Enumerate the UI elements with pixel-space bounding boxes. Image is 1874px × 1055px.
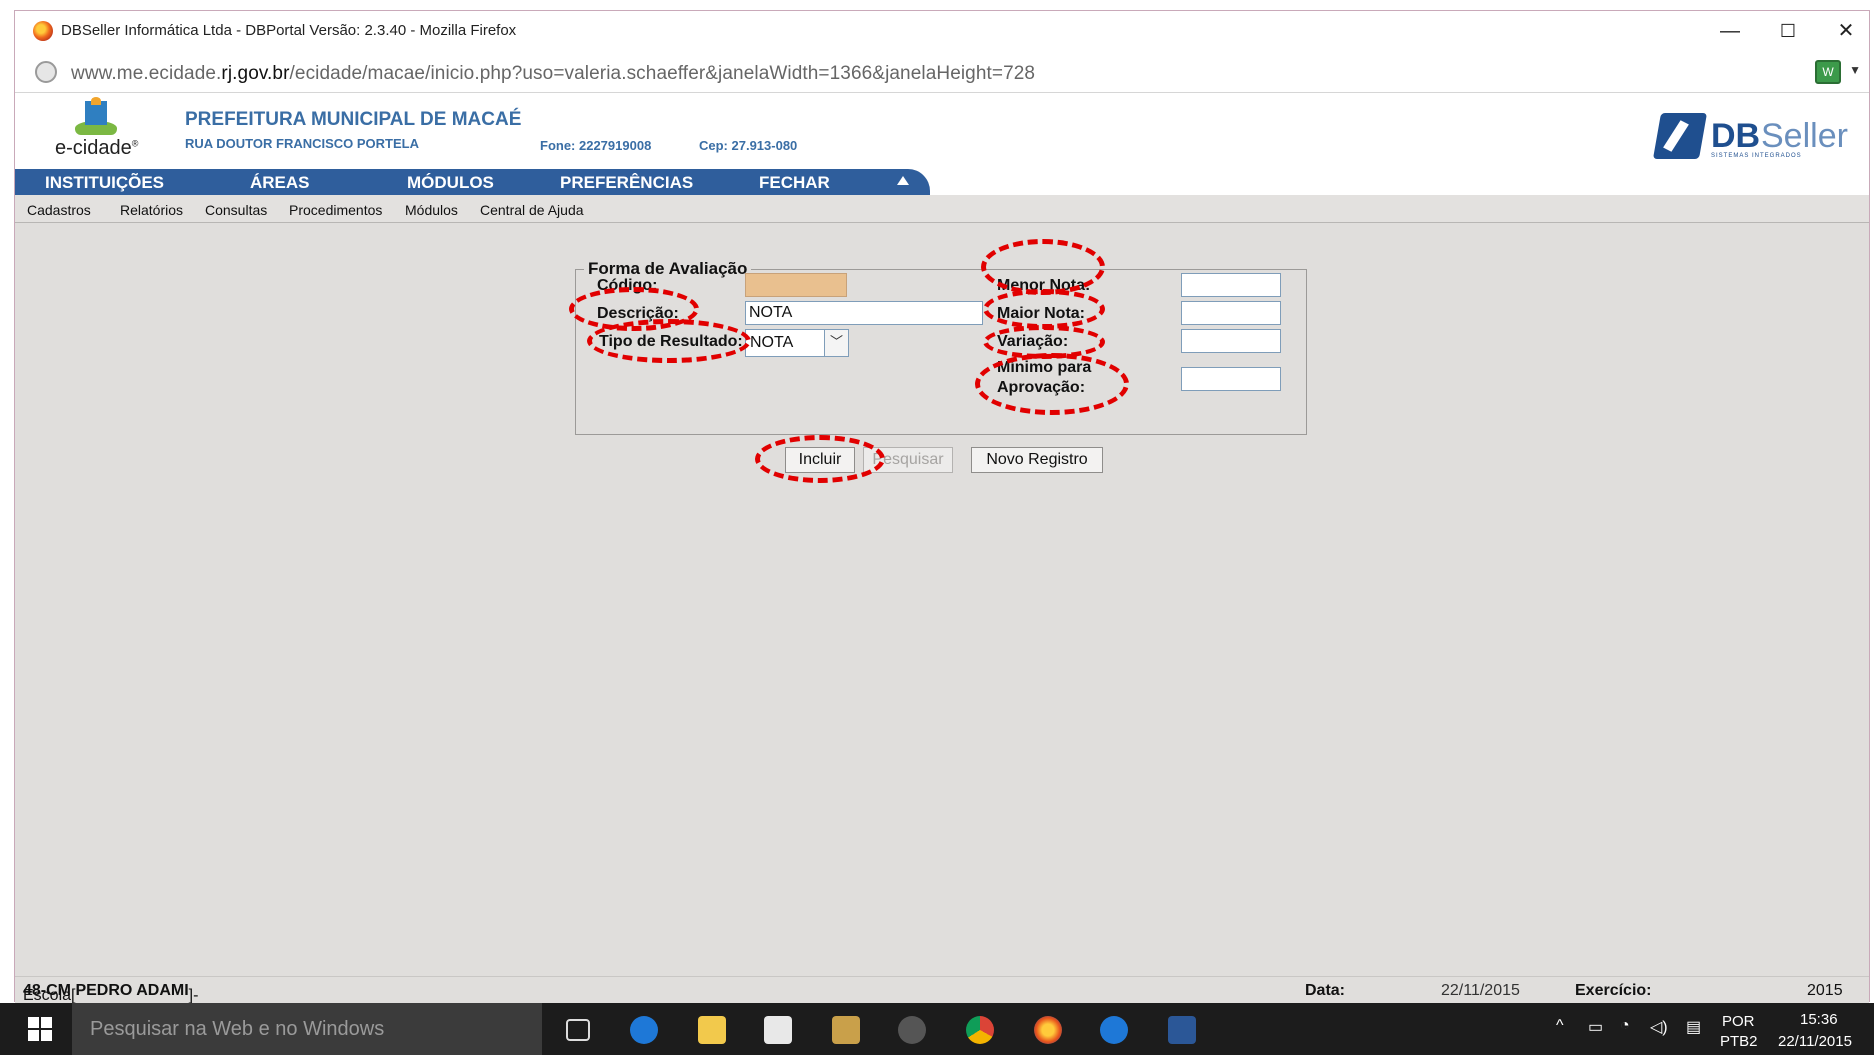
url-rest: /ecidade/macae/inicio.php?uso=valeria.sc… [289, 63, 1036, 84]
tipo-resultado-value: NOTA [750, 334, 794, 351]
file-explorer-icon[interactable] [698, 1016, 726, 1044]
descricao-label: Descrição: [597, 305, 679, 322]
chevron-down-icon[interactable]: ﹀ [824, 330, 848, 356]
exercicio-label: Exercício: [1575, 982, 1652, 999]
menor-nota-field[interactable] [1181, 273, 1281, 297]
menu-modulos[interactable]: Módulos [405, 202, 458, 218]
app-header: e-cidade® PREFEITURA MUNICIPAL DE MACAÉ … [15, 93, 1869, 179]
org-name: PREFEITURA MUNICIPAL DE MACAÉ [185, 109, 522, 130]
minimo-aprovacao-label-2: Aprovação: [997, 379, 1086, 396]
nav-modulos[interactable]: MÓDULOS [407, 173, 494, 193]
main-nav: INSTITUIÇÕES ÁREAS MÓDULOS PREFERÊNCIAS … [15, 169, 930, 195]
dbseller-logo: DB Seller SISTEMAS INTEGRADOS [1652, 113, 1848, 161]
title-bar: DBSeller Informática Ltda - DBPortal Ver… [15, 11, 1869, 51]
tipo-resultado-label: Tipo de Resultado: [599, 333, 743, 350]
lang-layout[interactable]: PTB2 [1720, 1033, 1758, 1050]
clock-time[interactable]: 15:36 [1800, 1011, 1838, 1028]
minimize-button[interactable]: — [1707, 15, 1753, 47]
nav-fechar[interactable]: FECHAR [759, 173, 830, 193]
volume-icon[interactable]: ◁) [1650, 1017, 1668, 1037]
chrome-icon[interactable] [966, 1016, 994, 1044]
incluir-button[interactable]: Incluir [785, 447, 855, 473]
edge-icon[interactable] [630, 1016, 658, 1044]
brand-db: DB [1711, 117, 1761, 155]
taskbar: Pesquisar na Web e no Windows ^ ▭ ◔ ◁) ▤… [0, 1003, 1874, 1055]
lang-code[interactable]: POR [1722, 1013, 1755, 1030]
menu-central-ajuda[interactable]: Central de Ajuda [480, 202, 584, 218]
url-domain: rj.gov.br [221, 63, 290, 84]
ecidade-logo-icon [75, 97, 117, 135]
ie-icon[interactable] [1100, 1016, 1128, 1044]
notification-icon[interactable]: ▤ [1686, 1017, 1701, 1037]
nav-areas[interactable]: ÁREAS [250, 173, 310, 193]
maximize-button[interactable]: ☐ [1765, 15, 1811, 47]
brand-tag: SISTEMAS INTEGRADOS [1711, 153, 1802, 159]
window-title: DBSeller Informática Ltda - DBPortal Ver… [61, 22, 517, 39]
clock-date[interactable]: 22/11/2015 [1778, 1033, 1852, 1050]
app-icon-1[interactable] [832, 1016, 860, 1044]
form-legend: Forma de Avaliação [588, 259, 748, 278]
wifi-icon[interactable]: ◔ [1620, 1017, 1630, 1035]
descricao-field[interactable]: NOTA [745, 301, 983, 325]
menu-procedimentos[interactable]: Procedimentos [289, 202, 382, 218]
menu-cadastros[interactable]: Cadastros [27, 202, 91, 218]
variacao-label: Variação: [997, 333, 1069, 350]
battery-icon[interactable]: ▭ [1588, 1017, 1603, 1037]
brand-seller: Seller [1761, 117, 1848, 155]
org-address: RUA DOUTOR FRANCISCO PORTELA [185, 136, 419, 151]
firefox-taskbar-icon[interactable] [1034, 1016, 1062, 1044]
url-prefix: www.me.ecidade. [71, 63, 222, 84]
windows-start-icon[interactable] [28, 1017, 52, 1041]
escola-status: Escola[48-CM PEDRO ADAMI]-> [23, 982, 199, 1022]
nav-instituicoes[interactable]: INSTITUIÇÕES [45, 173, 164, 193]
codigo-field[interactable] [745, 273, 847, 297]
collapse-up-icon[interactable] [897, 176, 909, 185]
nav-preferencias[interactable]: PREFERÊNCIAS [560, 173, 693, 193]
novo-registro-button[interactable]: Novo Registro [971, 447, 1103, 473]
menu-relatorios[interactable]: Relatórios [120, 202, 183, 218]
org-phone: Fone: 2227919008 [540, 138, 652, 153]
browser-window: DBSeller Informática Ltda - DBPortal Ver… [14, 10, 1870, 1022]
globe-icon [35, 61, 57, 83]
exercicio-value: 2015 [1807, 982, 1843, 999]
address-bar[interactable]: www.me.ecidade.rj.gov.br/ecidade/macae/i… [15, 51, 1869, 93]
menor-nota-label: Menor Nota: [997, 277, 1091, 294]
taskbar-search[interactable]: Pesquisar na Web e no Windows [72, 1003, 542, 1055]
maior-nota-field[interactable] [1181, 301, 1281, 325]
addon-icon[interactable]: W [1815, 60, 1841, 84]
app-icon-2[interactable] [898, 1016, 926, 1044]
maior-nota-label: Maior Nota: [997, 305, 1085, 322]
task-view-icon[interactable] [566, 1019, 590, 1041]
codigo-label: Código: [597, 277, 658, 294]
pesquisar-button[interactable]: Pesquisar [863, 447, 953, 473]
variacao-field[interactable] [1181, 329, 1281, 353]
data-label: Data: [1305, 982, 1346, 999]
minimo-aprovacao-field[interactable] [1181, 367, 1281, 391]
org-cep: Cep: 27.913-080 [699, 138, 798, 153]
tray-chevron-up-icon[interactable]: ^ [1556, 1017, 1564, 1035]
taskbar-search-placeholder: Pesquisar na Web e no Windows [90, 1018, 385, 1040]
content-area: Forma de Avaliação Código: Descrição: NO… [15, 223, 1869, 1003]
dbseller-mark-icon [1652, 113, 1708, 159]
word-icon[interactable] [1168, 1016, 1196, 1044]
data-value: 22/11/2015 [1441, 982, 1520, 999]
chevron-down-icon[interactable]: ▼ [1849, 63, 1861, 77]
ecidade-logo-text: e-cidade® [55, 137, 139, 159]
minimo-aprovacao-label-1: Mínimo para [997, 359, 1092, 376]
close-button[interactable]: ✕ [1823, 15, 1869, 47]
firefox-icon [33, 21, 53, 41]
menu-consultas[interactable]: Consultas [205, 202, 267, 218]
store-icon[interactable] [764, 1016, 792, 1044]
status-bar: Escola[48-CM PEDRO ADAMI]-> Data: 22/11/… [15, 976, 1869, 1022]
url-text[interactable]: www.me.ecidade.rj.gov.br/ecidade/macae/i… [71, 63, 1035, 85]
tipo-resultado-select[interactable]: NOTA ﹀ [745, 329, 849, 357]
sub-menu: Cadastros Relatórios Consultas Procedime… [15, 195, 1869, 223]
